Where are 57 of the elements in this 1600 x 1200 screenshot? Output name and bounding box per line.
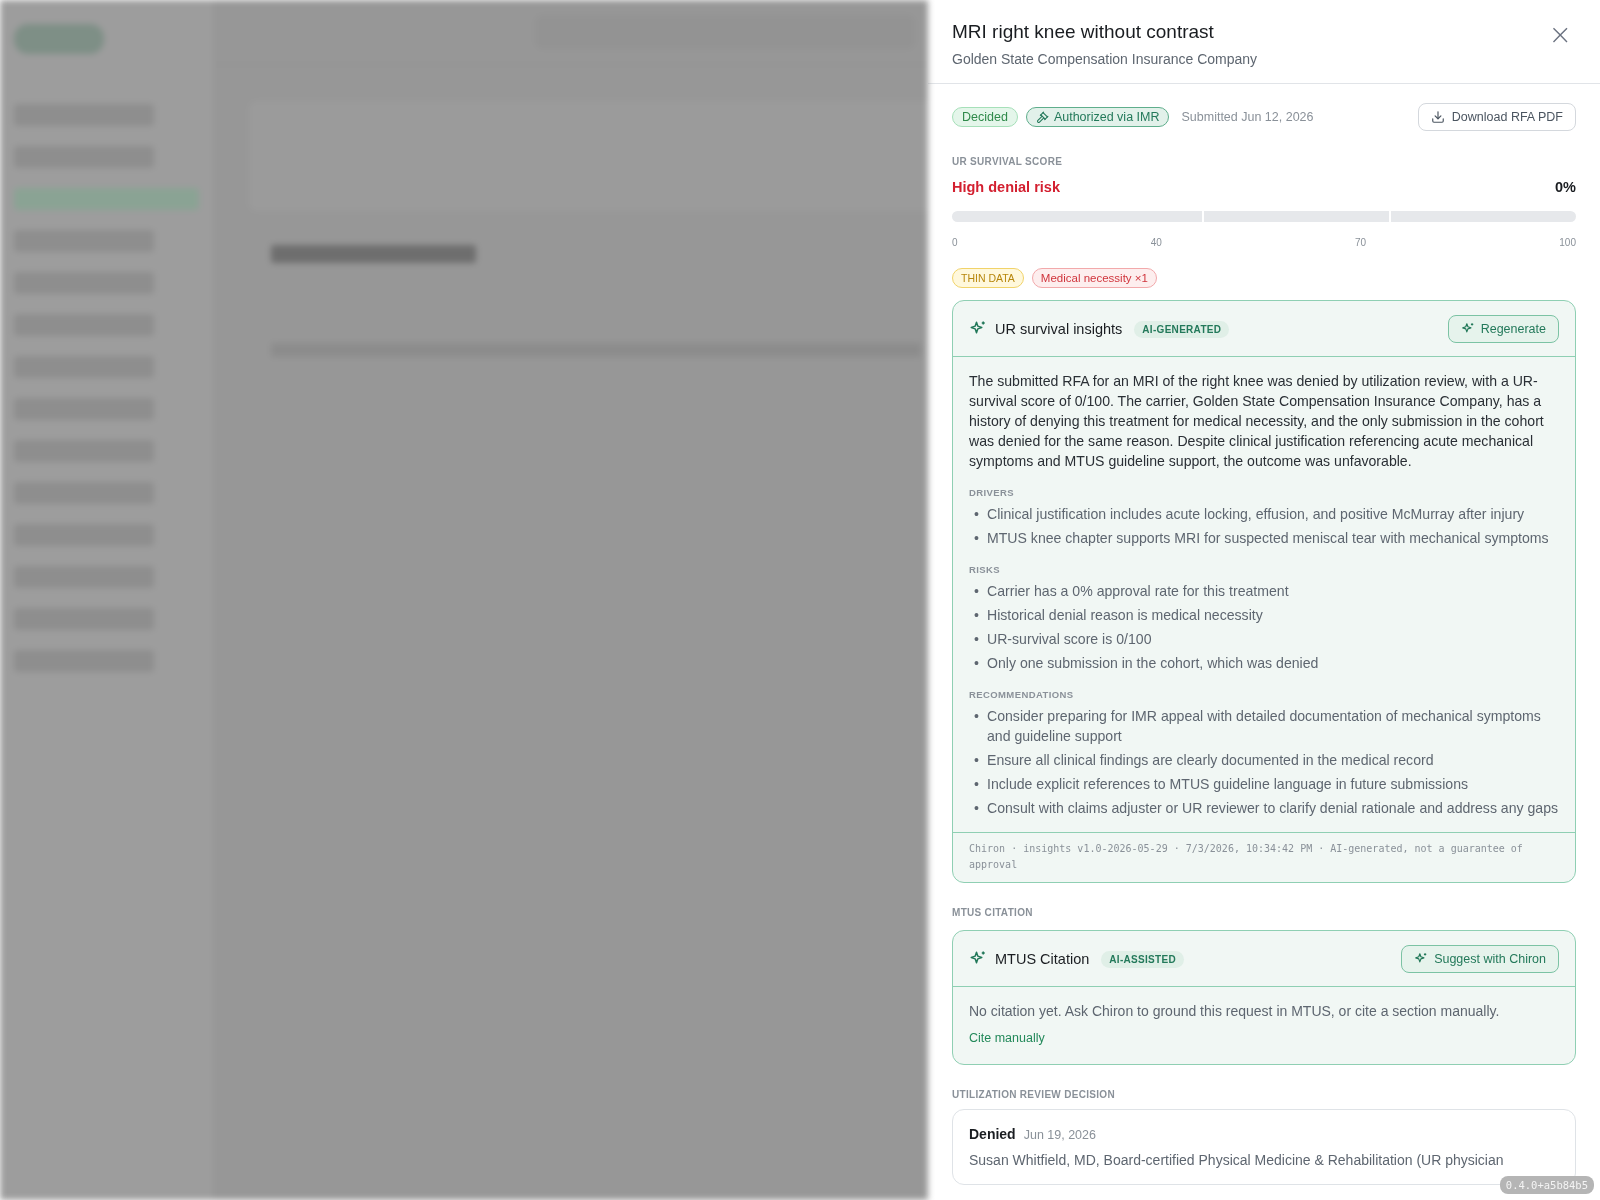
bullet-mark: •	[974, 775, 980, 794]
tick-label: 70	[1355, 237, 1367, 248]
bullet-item: Clinical justification includes acute locking, effusion, and positive McMurray after injury	[987, 505, 1526, 524]
bullet-item: Carrier has a 0% approval rate for this treatment	[987, 582, 1290, 601]
section-label: MTUS CITATION	[952, 907, 1034, 918]
status-pill: Authorized via IMR	[1025, 107, 1170, 127]
cite-link[interactable]: Cite manually	[969, 1031, 1045, 1045]
bullet-item: Consult with claims adjuster or UR reviewer to clarify denial rationale and address any gaps	[987, 799, 1559, 818]
carrier-name: Golden State Compensation Insurance Company	[952, 51, 1258, 67]
tick-label: 0	[952, 237, 958, 248]
bullet-item: Historical denial reason is medical necessity	[987, 606, 1264, 625]
bullet-item: MTUS knee chapter supports MRI for suspected meniscal tear with mechanical symptoms	[987, 529, 1550, 548]
version-badge: 0.4.0+a5b84b5	[1499, 1176, 1594, 1194]
section-heading: RISKS	[969, 564, 1002, 575]
section-heading: RECOMMENDATIONS	[969, 689, 1075, 700]
download-icon	[1430, 110, 1445, 124]
risk-label: High denial risk	[952, 179, 1060, 195]
ai-badge: AI-GENERATED	[1134, 320, 1230, 338]
bullet-item: UR-survival score is 0/100	[987, 630, 1153, 649]
bullet-item: Ensure all clinical findings are clearly documented in the medical record	[987, 751, 1435, 770]
close-button[interactable]: ×	[1544, 21, 1576, 49]
tick-label: 100	[1559, 237, 1576, 248]
risk-tag: Medical necessity ×1	[1031, 268, 1157, 288]
regenerate-button[interactable]: Regenerate	[1447, 315, 1559, 343]
card-title: MTUS Citation	[995, 951, 1090, 967]
bullet-mark: •	[974, 529, 980, 548]
drawer-title: MRI right knee without contrast	[952, 20, 1215, 44]
risk-tag: THIN DATA	[952, 268, 1024, 288]
score-value: 0%	[1555, 179, 1576, 195]
bullet-mark: •	[974, 606, 980, 625]
decision-date: Jun 19, 2026	[1023, 1128, 1096, 1142]
bullet-item: Consider preparing for IMR appeal with detailed documentation of mechanical symptoms and guideline support	[987, 707, 1542, 746]
citation-text: No citation yet. Ask Chiron to ground this request in MTUS, or cite a section manually.	[969, 1003, 1501, 1019]
suggest-button[interactable]: Suggest with Chiron	[1401, 945, 1559, 973]
bullet-item: Include explicit references to MTUS guideline language in future submissions	[987, 775, 1469, 794]
tick-label: 40	[1150, 237, 1162, 248]
bullet-mark: •	[974, 505, 980, 524]
insight-meta: Chiron · insights v1.0-2026-05-29 · 7/3/2026, 10:34:42 PM · AI-generated, not a guarantee of approval	[953, 832, 1575, 882]
bullet-item: Only one submission in the cohort, which was denied	[987, 654, 1320, 673]
gavel-icon	[1035, 110, 1049, 124]
download-button[interactable]: Download RFA PDF	[1417, 103, 1576, 131]
section-heading: DRIVERS	[969, 487, 1016, 498]
ai-badge: AI-ASSISTED	[1101, 950, 1184, 968]
reviewer-text: Susan Whitfield, MD, Board-certified Physical Medicine & Rehabilitation (UR physician	[969, 1152, 1505, 1168]
card-title: UR survival insights	[995, 321, 1123, 337]
section-label: UR SURVIVAL SCORE	[952, 156, 1064, 167]
decision-outcome: Denied	[969, 1126, 1016, 1142]
bullet-mark: •	[974, 582, 980, 601]
bullet-mark: •	[974, 654, 980, 673]
bullet-mark: •	[974, 799, 980, 818]
submitted-date: Submitted Jun 12, 2026	[1181, 110, 1314, 124]
bullet-mark: •	[974, 630, 980, 649]
bullet-mark: •	[974, 707, 980, 726]
insight-summary: The submitted RFA for an MRI of the right knee was denied by utilization review, with a UR-survival score of 0/100. The carrier, Golden State Compensation Insurance Company, has a history of denying this treatment for medical necessity, and the only submission in the cohort was denied for the same reason. Despite clinical justification referencing acute mechanical symptoms and MTUS guideline support, the outcome was unfavorable.	[969, 372, 1545, 471]
bullet-mark: •	[974, 751, 980, 770]
section-label: UTILIZATION REVIEW DECISION	[952, 1089, 1116, 1100]
status-pill: Decided	[952, 107, 1018, 127]
